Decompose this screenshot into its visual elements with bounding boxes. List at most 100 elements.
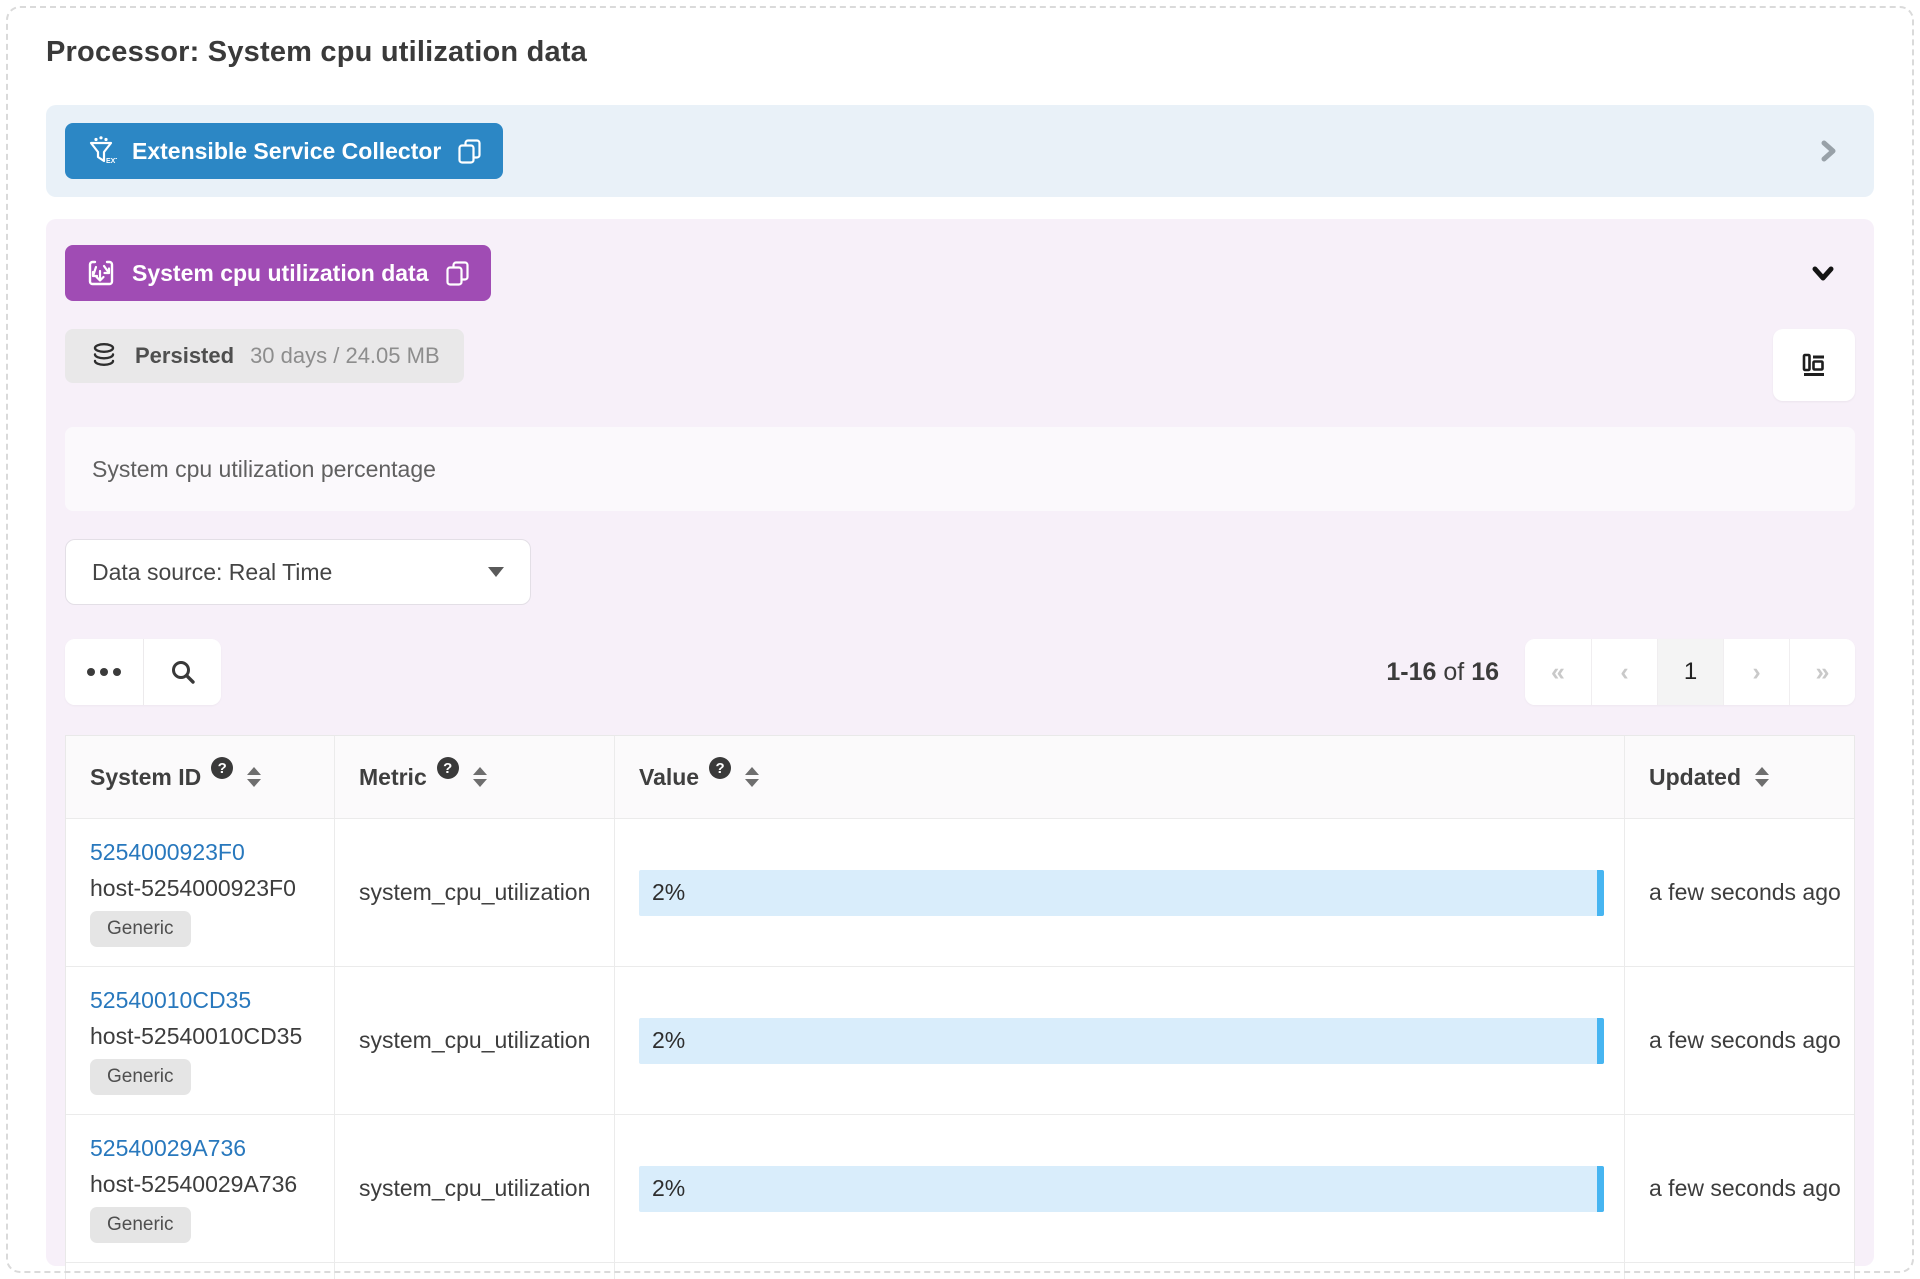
column-label: Metric: [359, 763, 427, 790]
value-cell: 2%: [614, 967, 1624, 1114]
system-id-cell: 52540010CD35 host-52540010CD35 Generic: [66, 967, 334, 1114]
column-label: Updated: [1649, 763, 1741, 790]
layout-toggle-button[interactable]: [1773, 329, 1855, 401]
layout-icon: [1796, 347, 1832, 383]
updated-text: a few seconds ago: [1649, 1175, 1841, 1201]
prev-page-button[interactable]: ‹: [1591, 639, 1657, 705]
value-bar: 2%: [639, 1017, 1604, 1064]
system-id-link[interactable]: 52540029A736: [90, 1135, 246, 1162]
column-label: Value: [639, 763, 700, 790]
value-label: 2%: [652, 1027, 686, 1053]
system-id-cell: 52540029A736 host-52540029A736 Generic: [66, 1115, 334, 1262]
persisted-detail: 30 days / 24.05 MB: [250, 343, 440, 368]
host-name: host-52540029A736: [90, 1170, 298, 1197]
sort-icon[interactable]: [1755, 767, 1769, 787]
funnel-ext-icon: EXT: [85, 135, 117, 167]
sort-icon[interactable]: [472, 767, 487, 787]
value-cell: 2%: [614, 1115, 1624, 1262]
value-label: 2%: [652, 879, 686, 905]
search-icon: [168, 657, 198, 687]
value-bar-cap: [1597, 1017, 1604, 1064]
pagination-total: 16: [1471, 657, 1499, 686]
data-source-dropdown[interactable]: Data source: Real Time: [65, 539, 531, 605]
first-page-button[interactable]: «: [1525, 639, 1591, 705]
tag-badge: Generic: [90, 1206, 191, 1243]
last-page-button[interactable]: »: [1789, 639, 1855, 705]
value-cell: 2%: [614, 819, 1624, 966]
toolbar-button-group: [65, 639, 221, 705]
column-header-value[interactable]: Value: [614, 736, 1624, 818]
metric-cell: system_cpu_utilization: [334, 1115, 614, 1262]
updated-cell: a few seconds ago: [1624, 967, 1854, 1114]
updated-cell: [1624, 1263, 1854, 1279]
metric-name: system_cpu_utilization: [359, 1175, 591, 1201]
table-header-row: System ID Metric Value Updated: [66, 736, 1854, 818]
column-header-system-id[interactable]: System ID: [66, 736, 334, 818]
value-bar-cap: [1597, 869, 1604, 916]
metrics-table: System ID Metric Value Updated: [65, 735, 1855, 1279]
pagination-range: 1-16: [1386, 657, 1437, 686]
ellipsis-icon: [87, 668, 121, 676]
pagination-of: of: [1443, 657, 1465, 686]
metric-cell: [334, 1263, 614, 1279]
help-icon[interactable]: [211, 757, 234, 779]
value-cell: [614, 1263, 1624, 1279]
system-id-cell: 5254000923F0 host-5254000923F0 Generic: [66, 819, 334, 966]
processor-button[interactable]: System cpu utilization data: [65, 245, 491, 301]
table-row-clipped: [66, 1262, 1854, 1279]
table-row: 52540029A736 host-52540029A736 Generic s…: [66, 1114, 1854, 1262]
collector-button-label: Extensible Service Collector: [132, 137, 442, 164]
system-id-link[interactable]: 5254000923F0: [90, 839, 245, 866]
processor-description-text: System cpu utilization percentage: [92, 455, 436, 482]
current-page-button[interactable]: 1: [1657, 639, 1723, 705]
copy-icon[interactable]: [444, 260, 471, 287]
tag-badge: Generic: [90, 1058, 191, 1095]
column-header-metric[interactable]: Metric: [334, 736, 614, 818]
pagination-count: 1-16 of 16: [1386, 658, 1499, 687]
updated-text: a few seconds ago: [1649, 879, 1841, 905]
column-label: System ID: [90, 763, 202, 790]
system-id-link[interactable]: 52540010CD35: [90, 987, 251, 1014]
collector-button[interactable]: EXT Extensible Service Collector: [65, 123, 504, 179]
persisted-label: Persisted: [135, 343, 235, 368]
chevron-right-icon[interactable]: [1814, 137, 1842, 165]
data-sink-icon: [85, 257, 117, 289]
chevron-down-icon[interactable]: [1806, 256, 1840, 290]
next-page-button[interactable]: ›: [1723, 639, 1789, 705]
table-row: 5254000923F0 host-5254000923F0 Generic s…: [66, 818, 1854, 966]
metric-name: system_cpu_utilization: [359, 879, 591, 905]
page-content: Processor: System cpu utilization data E…: [0, 0, 1920, 1279]
tag-badge: Generic: [90, 910, 191, 947]
system-id-cell: [66, 1263, 334, 1279]
updated-cell: a few seconds ago: [1624, 1115, 1854, 1262]
database-icon: [89, 341, 119, 371]
value-bar: 2%: [639, 1165, 1604, 1212]
pager: « ‹ 1 › »: [1525, 639, 1855, 705]
host-name: host-52540010CD35: [90, 1022, 303, 1049]
page-title: Processor: System cpu utilization data: [46, 36, 588, 68]
more-options-button[interactable]: [65, 639, 143, 705]
copy-icon[interactable]: [456, 138, 483, 165]
persisted-badge: Persisted 30 days / 24.05 MB: [65, 329, 464, 383]
metric-name: system_cpu_utilization: [359, 1027, 591, 1053]
sort-icon[interactable]: [745, 767, 760, 787]
search-button[interactable]: [143, 639, 221, 705]
value-bar: 2%: [639, 869, 1604, 916]
persistence-row: Persisted 30 days / 24.05 MB: [65, 329, 1855, 401]
svg-text:EXT: EXT: [106, 158, 117, 165]
processor-panel: System cpu utilization data Persisted 30…: [46, 219, 1874, 1279]
host-name: host-5254000923F0: [90, 874, 296, 901]
caret-down-icon: [488, 567, 504, 577]
help-icon[interactable]: [436, 757, 459, 779]
table-row: 52540010CD35 host-52540010CD35 Generic s…: [66, 966, 1854, 1114]
sort-icon[interactable]: [247, 767, 262, 787]
updated-text: a few seconds ago: [1649, 1027, 1841, 1053]
help-icon[interactable]: [709, 757, 732, 779]
processor-description: System cpu utilization percentage: [65, 427, 1855, 511]
data-source-value: Data source: Real Time: [92, 558, 333, 585]
table-toolbar: 1-16 of 16 « ‹ 1 › »: [65, 639, 1855, 705]
column-header-updated[interactable]: Updated: [1624, 736, 1854, 818]
collector-banner[interactable]: EXT Extensible Service Collector: [46, 105, 1874, 197]
processor-button-label: System cpu utilization data: [132, 259, 429, 286]
metric-cell: system_cpu_utilization: [334, 967, 614, 1114]
